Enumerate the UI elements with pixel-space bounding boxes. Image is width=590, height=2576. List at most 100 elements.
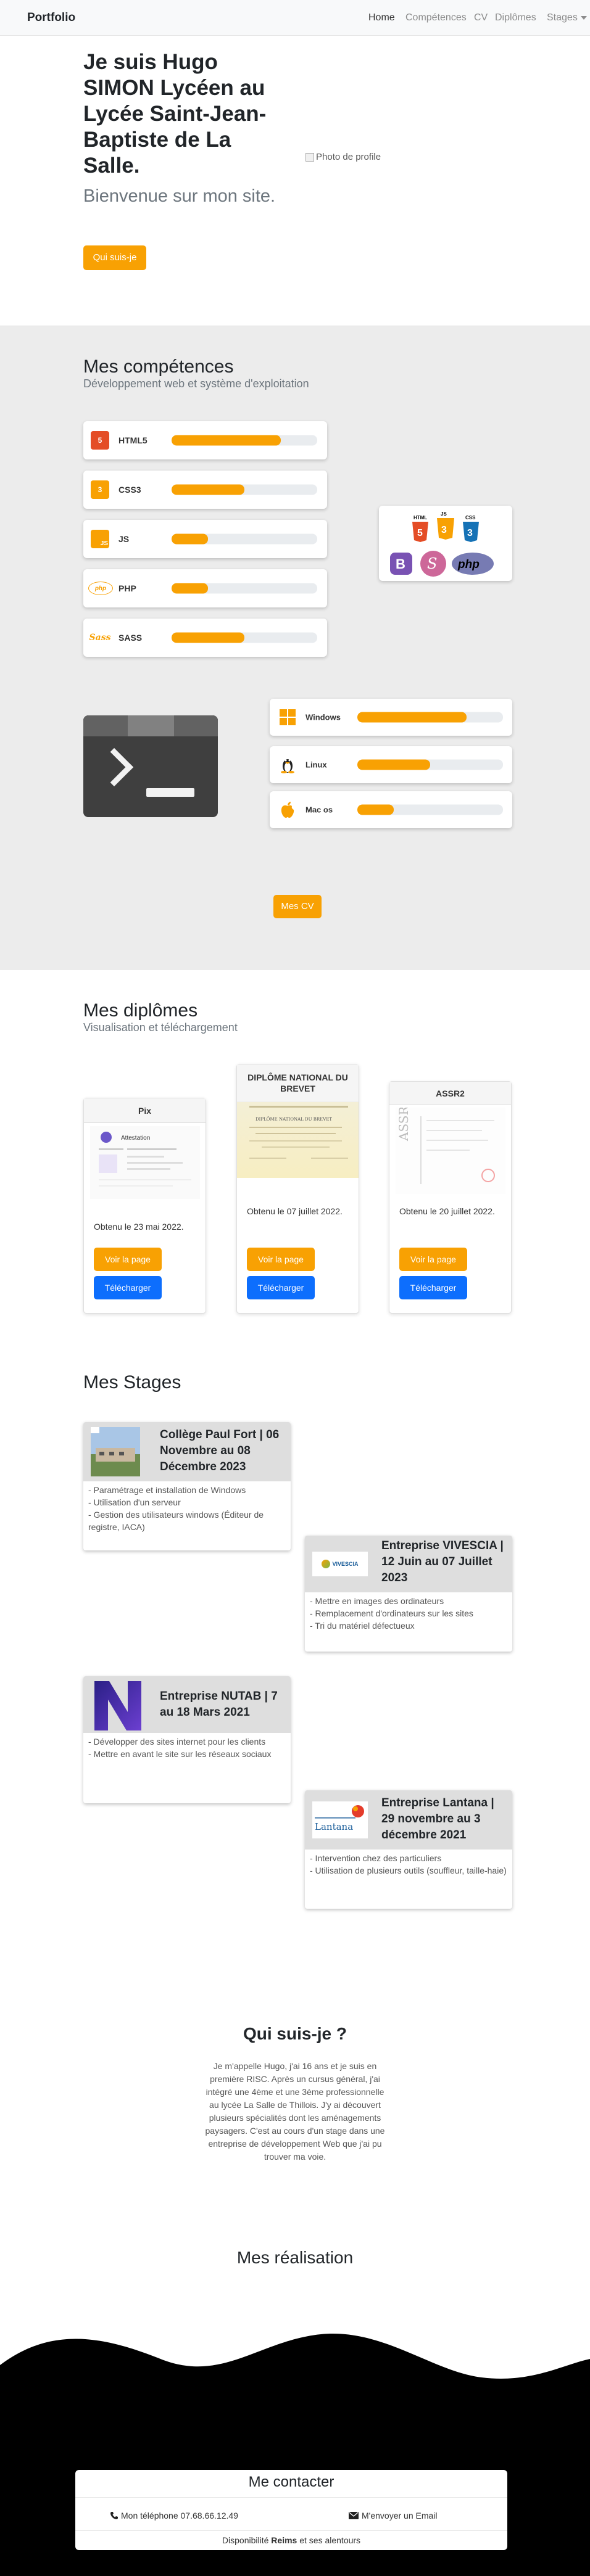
navbar: Portfolio Home Compétences CV Diplômes S…	[0, 0, 590, 36]
apple-icon	[280, 801, 296, 818]
skill-label: Linux	[305, 760, 327, 770]
tech-logos-image: HTML 5 JS 3 CSS 3 B S php	[390, 511, 494, 577]
skill-progress	[172, 533, 317, 545]
skills-subtitle: Développement web et système d'exploitat…	[83, 377, 309, 390]
terminal-cursor-line	[146, 788, 194, 797]
terminal-tab	[128, 715, 174, 736]
diploma-name: Pix	[84, 1098, 206, 1123]
stage-title: Entreprise VIVESCIA | 12 Juin au 07 Juil…	[381, 1539, 504, 1584]
stage-task: - Intervention chez des particuliers	[310, 1853, 442, 1863]
phone-link[interactable]: Mon téléphone 07.68.66.12.49	[110, 2511, 238, 2520]
profile-photo: Photo de profile	[305, 152, 381, 162]
skill-label: JS	[118, 534, 130, 544]
nav-stages-label: Stages	[547, 12, 578, 23]
skill-progress	[172, 632, 317, 643]
diploma-date: Obtenu le 20 juillet 2022.	[399, 1206, 495, 1216]
svg-text:B: B	[396, 556, 405, 572]
svg-text:ASSR: ASSR	[396, 1108, 411, 1142]
php-icon: php	[88, 582, 113, 595]
availability-suffix: et ses alentours	[297, 2535, 361, 2545]
brand-link[interactable]: Portfolio	[27, 11, 75, 25]
chevron-down-icon	[580, 15, 587, 20]
diploma-card-pix: Pix Attestation Obtenu le 23 mai 2022. V…	[83, 1098, 206, 1314]
skills-title: Mes compétences	[83, 356, 234, 377]
skill-progress-fill	[357, 804, 394, 815]
stage-task: - Tri du matériel défectueux	[310, 1621, 415, 1631]
skill-label: SASS	[118, 633, 143, 643]
sass-icon: Sass	[89, 628, 110, 647]
stage-task: - Paramétrage et installation de Windows	[88, 1485, 246, 1495]
skill-progress	[172, 435, 317, 446]
svg-text:php: php	[457, 558, 480, 571]
lantana-logo-text: Lantana	[315, 1821, 354, 1832]
svg-text:5: 5	[417, 528, 423, 538]
telecharger-button[interactable]: Télécharger	[247, 1276, 315, 1299]
diplomas-subtitle: Visualisation et téléchargement	[83, 1021, 238, 1034]
profile-photo-alt: Photo de profile	[316, 152, 381, 162]
nav-home-link[interactable]: Home	[368, 12, 395, 23]
diploma-date: Obtenu le 23 mai 2022.	[94, 1222, 184, 1232]
svg-text:S: S	[427, 555, 437, 572]
skill-label: HTML5	[118, 435, 148, 445]
vivescia-logo-text: VIVESCIA	[332, 1561, 359, 1567]
about-text: Je m'appelle Hugo, j'ai 16 ans et je sui…	[205, 2061, 385, 2162]
skill-progress-fill	[172, 632, 244, 643]
nav-diplomes-link[interactable]: Diplômes	[495, 12, 536, 23]
qui-suis-je-button[interactable]: Qui suis-je	[83, 245, 146, 270]
nutab-logo	[91, 1679, 144, 1732]
stage-title: Collège Paul Fort | 06 Novembre au 08 Dé…	[160, 1428, 280, 1473]
stage-card-paul-fort: Collège Paul Fort | 06 Novembre au 08 Dé…	[83, 1422, 291, 1550]
skill-card-sass: Sass SASS	[83, 619, 327, 657]
diploma-name: DIPLÔME NATIONAL DU BREVET	[237, 1064, 359, 1101]
svg-text:DIPLÔME NATIONAL DU BREVET: DIPLÔME NATIONAL DU BREVET	[256, 1116, 332, 1122]
js-icon: JS	[91, 530, 109, 548]
stage-task: - Utilisation de plusieurs outils (souff…	[310, 1866, 507, 1875]
email-link[interactable]: M'envoyer un Email	[349, 2511, 438, 2520]
skill-progress	[172, 484, 317, 495]
telecharger-button[interactable]: Télécharger	[94, 1276, 162, 1299]
broken-image-icon	[305, 153, 314, 162]
diploma-name: ASSR2	[389, 1082, 511, 1105]
stage-task: - Mettre en images des ordinateurs	[310, 1596, 444, 1606]
skill-card-macos: Mac os	[270, 791, 512, 828]
envelope-icon	[349, 2512, 359, 2519]
diploma-card-brevet: DIPLÔME NATIONAL DU BREVET DIPLÔME NATIO…	[236, 1064, 359, 1314]
voir-page-button[interactable]: Voir la page	[247, 1248, 315, 1271]
skill-progress-fill	[172, 533, 208, 545]
stages-title: Mes Stages	[83, 1372, 181, 1393]
nav-cv-link[interactable]: CV	[474, 12, 488, 23]
skill-progress	[357, 712, 503, 723]
contact-title: Me contacter	[248, 2474, 334, 2490]
skill-card-css3: 3 CSS3	[83, 471, 327, 509]
js-logo-text: JS	[441, 511, 447, 517]
availability-city: Reims	[271, 2535, 297, 2545]
mes-cv-button[interactable]: Mes CV	[273, 895, 322, 918]
svg-text:3: 3	[441, 525, 447, 535]
skill-card-js: JS JS	[83, 520, 327, 558]
lantana-logo: Lantana	[312, 1801, 368, 1838]
hero-subtitle: Bienvenue sur mon site.	[83, 186, 276, 206]
telecharger-button[interactable]: Télécharger	[399, 1276, 467, 1299]
availability-text: Disponibilité Reims et ses alentours	[75, 2535, 507, 2545]
nav-competences-link[interactable]: Compétences	[405, 12, 467, 23]
voir-page-button[interactable]: Voir la page	[399, 1248, 467, 1271]
terminal-icon	[83, 715, 218, 817]
skill-card-windows: Windows	[270, 699, 512, 736]
skill-progress	[357, 759, 503, 770]
nav-stages-dropdown[interactable]: Stages	[547, 12, 587, 23]
diplomas-title: Mes diplômes	[83, 1000, 198, 1021]
stage-card-vivescia: VIVESCIA Entreprise VIVESCIA | 12 Juin a…	[305, 1536, 512, 1652]
tech-logos-box: HTML 5 JS 3 CSS 3 B S php	[379, 506, 512, 581]
vivescia-logo: VIVESCIA	[312, 1552, 368, 1576]
diploma-preview-assr: ASSR	[396, 1106, 505, 1194]
stage-title: Entreprise NUTAB | 7 au 18 Mars 2021	[160, 1690, 278, 1719]
availability-prefix: Disponibilité	[222, 2535, 272, 2545]
skill-progress-fill	[172, 484, 244, 495]
voir-page-button[interactable]: Voir la page	[94, 1248, 162, 1271]
css3-icon: 3	[91, 480, 109, 499]
stage-task: - Gestion des utilisateurs windows (Édit…	[88, 1510, 264, 1532]
stage-task: - Utilisation d'un serveur	[88, 1497, 181, 1507]
stage-tasks: - Mettre en images des ordinateurs - Rem…	[310, 1595, 507, 1632]
skill-label: Mac os	[305, 805, 333, 815]
contact-box: Me contacter Mon téléphone 07.68.66.12.4…	[75, 2470, 507, 2550]
